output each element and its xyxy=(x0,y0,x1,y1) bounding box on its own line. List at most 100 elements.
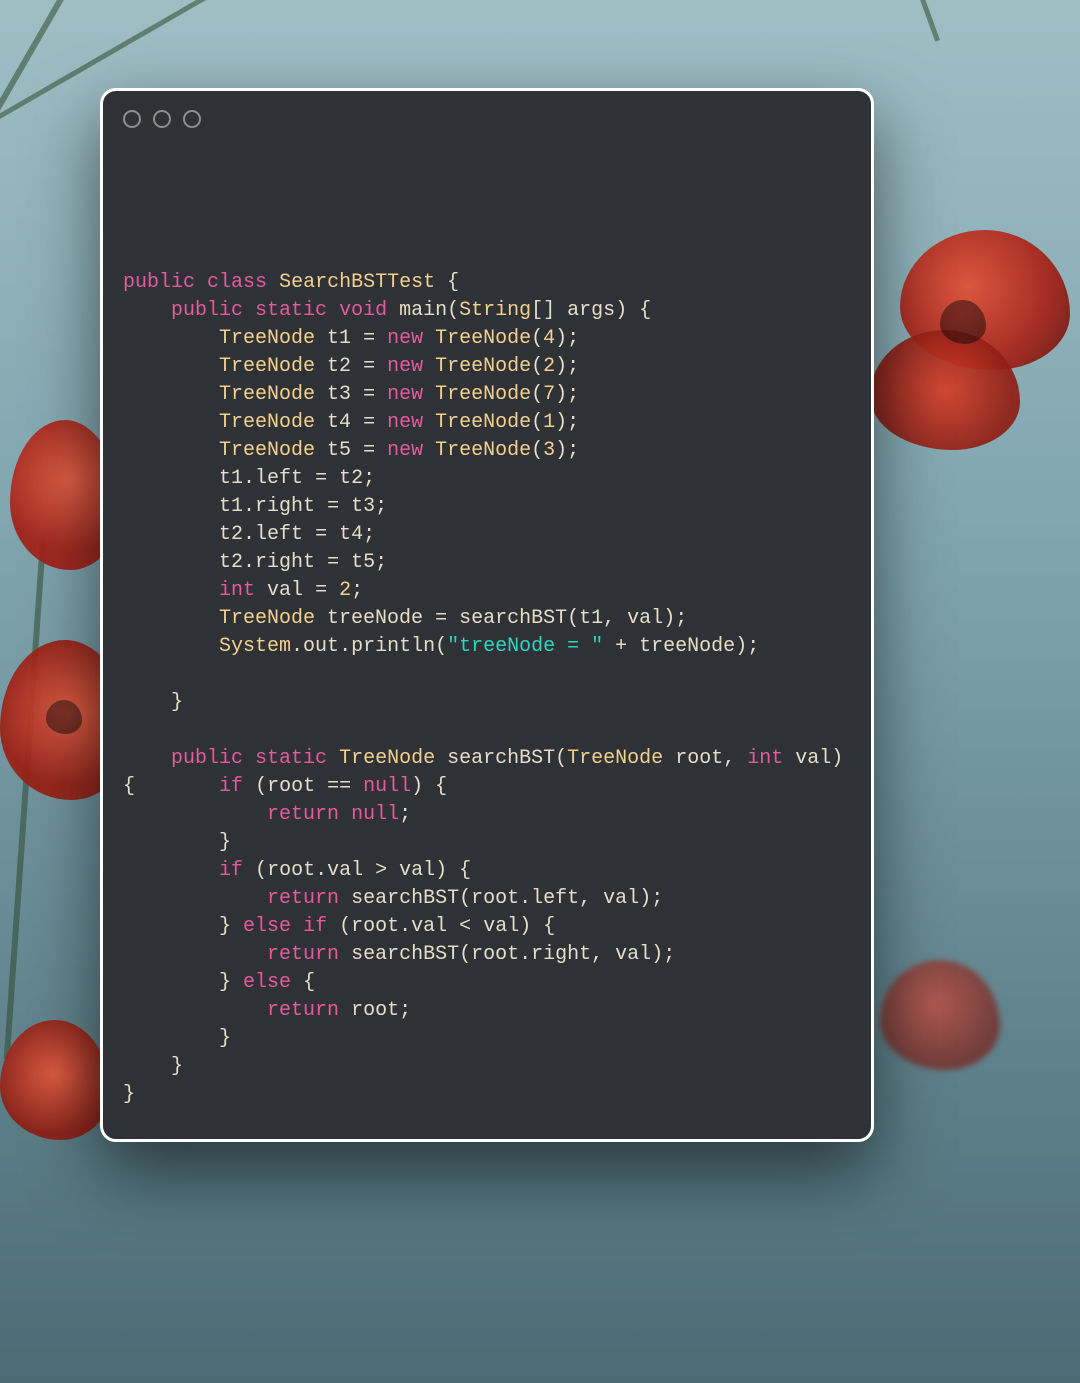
token-sp xyxy=(303,523,315,546)
code-line[interactable]: TreeNode t3 = new TreeNode(7); xyxy=(123,381,851,409)
token-ident: root xyxy=(471,887,519,910)
code-line[interactable]: t1.right = t3; xyxy=(123,493,851,521)
token-ident: val xyxy=(615,943,651,966)
token-ident: treeNode xyxy=(327,607,423,630)
code-line[interactable] xyxy=(123,661,851,689)
token-ident: t1 xyxy=(219,495,243,518)
code-line[interactable]: TreeNode t2 = new TreeNode(2); xyxy=(123,353,851,381)
bg-stem xyxy=(4,540,46,1059)
code-line[interactable]: TreeNode t1 = new TreeNode(4); xyxy=(123,325,851,353)
token-sp xyxy=(315,327,327,350)
token-punct: ) xyxy=(831,747,855,770)
token-ident: t1 xyxy=(579,607,603,630)
token-type: TreeNode xyxy=(219,439,315,462)
token-sp xyxy=(351,439,363,462)
token-ident: right xyxy=(531,943,591,966)
token-ident: val xyxy=(603,887,639,910)
token-punct: < xyxy=(459,915,483,938)
code-line[interactable] xyxy=(123,241,851,269)
token-punct: } xyxy=(219,831,231,854)
code-line[interactable]: TreeNode t5 = new TreeNode(3); xyxy=(123,437,851,465)
token-punct: { xyxy=(123,775,135,798)
token-ident: t2 xyxy=(339,467,363,490)
token-punct: ( xyxy=(531,383,543,406)
code-line[interactable]: } xyxy=(123,689,851,717)
token-sp xyxy=(435,747,447,770)
token-punct: = xyxy=(327,495,351,518)
token-sp xyxy=(327,299,339,322)
token-punct: = xyxy=(315,467,339,490)
code-line[interactable]: public static TreeNode searchBST(TreeNod… xyxy=(123,745,851,773)
code-line[interactable]: int val = 2; xyxy=(123,577,851,605)
code-line[interactable] xyxy=(123,717,851,745)
token-indent xyxy=(123,439,219,462)
code-line[interactable]: t2.left = t4; xyxy=(123,521,851,549)
code-line[interactable]: return searchBST(root.left, val); xyxy=(123,885,851,913)
token-punct: . xyxy=(291,635,303,658)
code-line[interactable]: System.out.println("treeNode = " + treeN… xyxy=(123,633,851,661)
code-line[interactable]: return searchBST(root.right, val); xyxy=(123,941,851,969)
token-punct: { xyxy=(447,271,459,294)
token-punct: ) { xyxy=(615,299,651,322)
token-ident: out xyxy=(303,635,339,658)
code-line[interactable]: public class SearchBSTTest { xyxy=(123,269,851,297)
token-type: TreeNode xyxy=(435,383,531,406)
token-indent xyxy=(123,747,171,770)
token-punct: ); xyxy=(555,439,579,462)
token-keyword: new xyxy=(387,439,423,462)
code-line[interactable]: return root; xyxy=(123,997,851,1025)
code-line[interactable]: TreeNode t4 = new TreeNode(1); xyxy=(123,409,851,437)
token-ident: right xyxy=(255,551,315,574)
token-ident: t2 xyxy=(219,551,243,574)
token-sp xyxy=(303,579,315,602)
token-sp xyxy=(447,915,459,938)
code-line[interactable]: t1.left = t2; xyxy=(123,465,851,493)
token-ident: val xyxy=(627,607,663,630)
code-line[interactable]: } else { xyxy=(123,969,851,997)
code-line[interactable]: public static void main(String[] args) { xyxy=(123,297,851,325)
token-sp xyxy=(315,439,327,462)
token-punct: = xyxy=(363,327,387,350)
token-number: 1 xyxy=(543,411,555,434)
token-punct: ( xyxy=(435,635,447,658)
code-line[interactable]: t2.right = t5; xyxy=(123,549,851,577)
token-type: System xyxy=(219,635,291,658)
token-keyword: int xyxy=(219,579,255,602)
token-sp xyxy=(243,859,255,882)
token-type: TreeNode xyxy=(219,411,315,434)
token-sp xyxy=(339,943,351,966)
code-line[interactable]: } xyxy=(123,1053,851,1081)
code-line[interactable]: { if (root == null) { xyxy=(123,773,851,801)
code-line[interactable]: } xyxy=(123,1025,851,1053)
maximize-icon[interactable] xyxy=(183,110,201,128)
code-line[interactable]: if (root.val > val) { xyxy=(123,857,851,885)
token-ident: t2 xyxy=(327,355,351,378)
token-sp xyxy=(255,579,267,602)
token-punct: ); xyxy=(555,383,579,406)
token-indent xyxy=(123,999,267,1022)
code-editor[interactable]: public class SearchBSTTest { public stat… xyxy=(123,241,851,1099)
token-indent xyxy=(123,1055,171,1078)
token-keyword: return xyxy=(267,943,339,966)
bg-flower xyxy=(880,960,1000,1070)
code-line[interactable]: TreeNode treeNode = searchBST(t1, val); xyxy=(123,605,851,633)
code-line[interactable]: } else if (root.val < val) { xyxy=(123,913,851,941)
token-ident: val xyxy=(267,579,303,602)
token-method: println xyxy=(351,635,435,658)
token-method: searchBST xyxy=(351,887,459,910)
token-punct: . xyxy=(519,887,531,910)
token-indent xyxy=(123,887,267,910)
code-line[interactable]: } xyxy=(123,829,851,857)
token-punct: ; xyxy=(399,803,411,826)
token-indent xyxy=(123,495,219,518)
token-number: 3 xyxy=(543,439,555,462)
minimize-icon[interactable] xyxy=(153,110,171,128)
code-line[interactable]: } xyxy=(123,1081,851,1109)
token-punct: , xyxy=(723,747,747,770)
titlebar[interactable] xyxy=(103,91,871,147)
token-punct: } xyxy=(219,971,243,994)
code-line[interactable]: return null; xyxy=(123,801,851,829)
token-sp xyxy=(351,383,363,406)
token-type: TreeNode xyxy=(219,355,315,378)
close-icon[interactable] xyxy=(123,110,141,128)
